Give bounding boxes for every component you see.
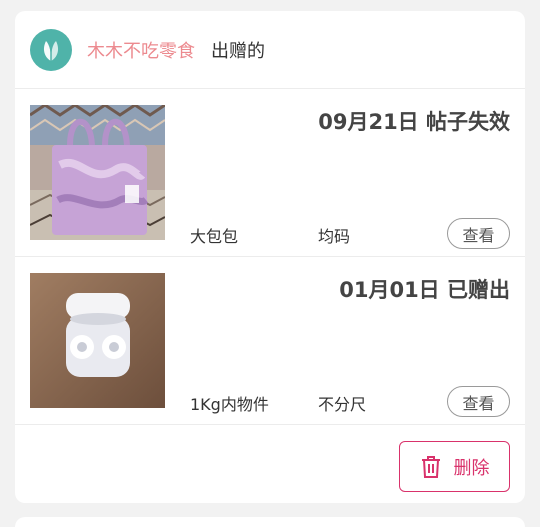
- next-card: [15, 517, 525, 527]
- list-item: 09月21日 帖子失效 大包包 均码 查看: [15, 89, 525, 257]
- trash-icon: [421, 455, 440, 478]
- item-name: 大包包: [190, 227, 239, 246]
- item-status: 09月21日 帖子失效: [318, 110, 510, 134]
- item-status: 01月01日 已赠出: [339, 278, 510, 302]
- view-button[interactable]: 查看: [447, 386, 510, 417]
- header-suffix: 出赠的: [211, 41, 265, 62]
- item-name: 1Kg内物件: [190, 395, 269, 414]
- view-button[interactable]: 查看: [447, 218, 510, 249]
- card-header: 木木不吃零食 出赠的: [15, 11, 525, 89]
- delete-label: 删除: [453, 457, 490, 479]
- leaf-icon: [43, 41, 59, 61]
- post-card: 木木不吃零食 出赠的 09月21日 帖子失效 大包包 均码 查看 01月01日 …: [15, 11, 525, 503]
- avatar[interactable]: [30, 29, 72, 71]
- item-image[interactable]: [30, 273, 165, 408]
- purple-bag-photo: [30, 105, 165, 240]
- user-name[interactable]: 木木不吃零食: [87, 37, 195, 63]
- earbuds-photo: [30, 273, 165, 408]
- item-image[interactable]: [30, 105, 165, 240]
- item-size: 不分尺: [318, 395, 367, 414]
- item-size: 均码: [318, 227, 351, 246]
- delete-button[interactable]: 删除: [399, 441, 510, 492]
- list-item: 01月01日 已赠出 1Kg内物件 不分尺 查看: [15, 257, 525, 425]
- card-footer: 删除: [15, 425, 525, 503]
